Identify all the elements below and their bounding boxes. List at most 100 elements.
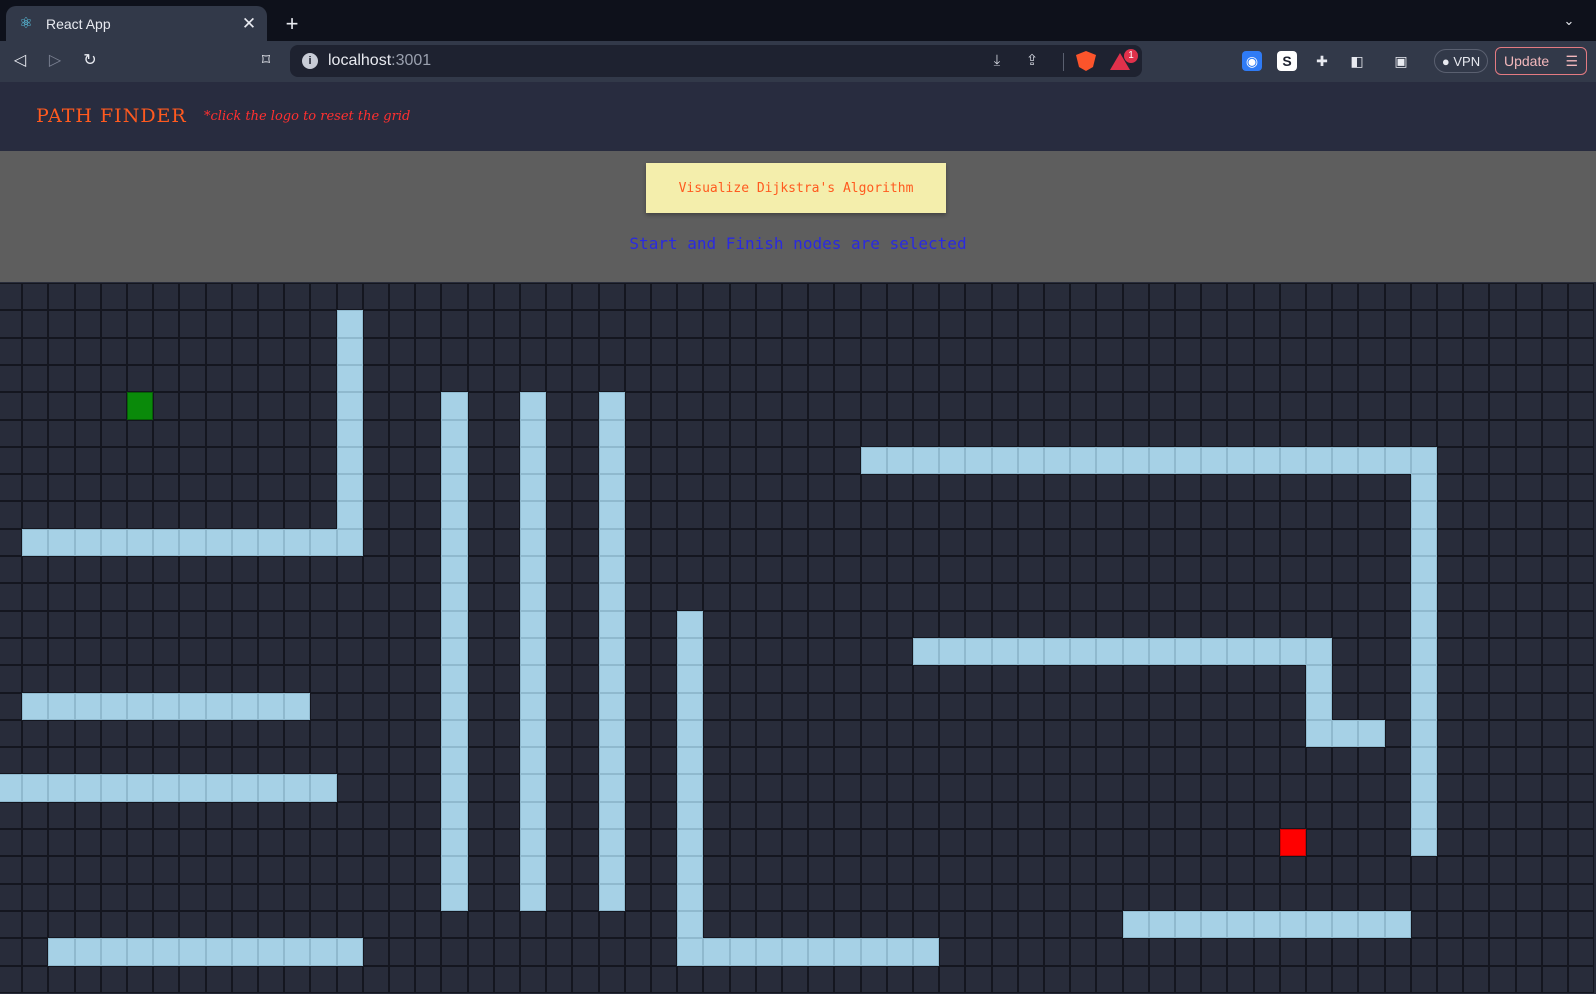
grid-cell[interactable] <box>1018 693 1044 720</box>
grid-cell[interactable] <box>861 338 887 365</box>
grid-cell[interactable] <box>1070 283 1096 310</box>
grid-cell[interactable] <box>572 338 599 365</box>
wall-cell[interactable] <box>337 310 363 338</box>
grid-cell[interactable] <box>48 611 75 638</box>
grid-cell[interactable] <box>258 501 284 529</box>
grid-cell[interactable] <box>1516 747 1542 774</box>
grid-cell[interactable] <box>494 611 520 638</box>
grid-cell[interactable] <box>1044 693 1070 720</box>
grid-cell[interactable] <box>284 474 310 501</box>
wall-cell[interactable] <box>1358 447 1385 474</box>
search-extension-icon[interactable]: ◉ <box>1242 51 1262 71</box>
grid-cell[interactable] <box>48 338 75 365</box>
grid-cell[interactable] <box>913 720 939 747</box>
grid-cell[interactable] <box>1568 338 1594 365</box>
grid-cell[interactable] <box>677 583 703 611</box>
grid-cell[interactable] <box>75 611 101 638</box>
grid-cell[interactable] <box>179 611 206 638</box>
grid-cell[interactable] <box>153 829 179 856</box>
grid-cell[interactable] <box>834 884 861 911</box>
wall-cell[interactable] <box>75 774 101 802</box>
grid-cell[interactable] <box>127 447 153 474</box>
grid-cell[interactable] <box>179 884 206 911</box>
grid-cell[interactable] <box>1489 966 1516 993</box>
browser-tab[interactable]: ⚛ React App ✕ <box>6 6 267 41</box>
grid-cell[interactable] <box>75 365 101 392</box>
wall-cell[interactable] <box>48 693 75 720</box>
wall-cell[interactable] <box>337 474 363 501</box>
grid-cell[interactable] <box>1489 474 1516 501</box>
wall-cell[interactable] <box>520 420 546 447</box>
bookmark-icon[interactable]: ⌑ <box>255 50 277 72</box>
grid-cell[interactable] <box>834 365 861 392</box>
grid-cell[interactable] <box>1254 802 1280 829</box>
grid-cell[interactable] <box>101 556 127 583</box>
grid-cell[interactable] <box>730 365 756 392</box>
grid-cell[interactable] <box>939 474 965 501</box>
grid-cell[interactable] <box>730 774 756 802</box>
wall-cell[interactable] <box>677 829 703 856</box>
grid-cell[interactable] <box>1385 338 1411 365</box>
grid-cell[interactable] <box>1044 829 1070 856</box>
grid-cell[interactable] <box>782 638 808 665</box>
grid-cell[interactable] <box>703 829 730 856</box>
grid-cell[interactable] <box>337 966 363 993</box>
grid-cell[interactable] <box>1149 283 1175 310</box>
wall-cell[interactable] <box>1201 638 1227 665</box>
grid-cell[interactable] <box>834 802 861 829</box>
grid-cell[interactable] <box>1044 420 1070 447</box>
grid-cell[interactable] <box>1358 884 1385 911</box>
grid-cell[interactable] <box>1437 884 1463 911</box>
wall-cell[interactable] <box>599 611 625 638</box>
grid-cell[interactable] <box>1044 310 1070 338</box>
grid-cell[interactable] <box>48 747 75 774</box>
grid-cell[interactable] <box>992 774 1018 802</box>
wall-cell[interactable] <box>179 693 206 720</box>
grid-cell[interactable] <box>310 583 337 611</box>
grid-cell[interactable] <box>939 856 965 884</box>
grid-cell[interactable] <box>782 720 808 747</box>
grid-cell[interactable] <box>284 966 310 993</box>
grid-cell[interactable] <box>1149 856 1175 884</box>
grid-cell[interactable] <box>992 474 1018 501</box>
grid-cell[interactable] <box>651 938 677 966</box>
wall-cell[interactable] <box>337 501 363 529</box>
grid-cell[interactable] <box>1385 420 1411 447</box>
grid-cell[interactable] <box>1385 638 1411 665</box>
grid-cell[interactable] <box>468 447 494 474</box>
grid-cell[interactable] <box>1358 774 1385 802</box>
grid-cell[interactable] <box>310 365 337 392</box>
grid-cell[interactable] <box>310 447 337 474</box>
grid-cell[interactable] <box>1385 365 1411 392</box>
grid-cell[interactable] <box>415 338 441 365</box>
grid-cell[interactable] <box>75 556 101 583</box>
grid-cell[interactable] <box>939 747 965 774</box>
grid-cell[interactable] <box>887 693 913 720</box>
grid-cell[interactable] <box>389 501 415 529</box>
grid-cell[interactable] <box>1227 938 1254 966</box>
grid-cell[interactable] <box>1358 310 1385 338</box>
grid-cell[interactable] <box>1123 747 1149 774</box>
grid-cell[interactable] <box>363 829 389 856</box>
grid-cell[interactable] <box>1096 884 1123 911</box>
grid-cell[interactable] <box>468 829 494 856</box>
grid-cell[interactable] <box>1044 583 1070 611</box>
grid-cell[interactable] <box>22 611 48 638</box>
grid-cell[interactable] <box>730 720 756 747</box>
grid-cell[interactable] <box>337 720 363 747</box>
grid-cell[interactable] <box>992 938 1018 966</box>
wall-cell[interactable] <box>599 392 625 420</box>
grid-cell[interactable] <box>1437 774 1463 802</box>
wall-cell[interactable] <box>520 856 546 884</box>
grid-cell[interactable] <box>703 911 730 938</box>
grid-cell[interactable] <box>1123 501 1149 529</box>
grid-cell[interactable] <box>127 911 153 938</box>
grid-cell[interactable] <box>913 911 939 938</box>
grid-cell[interactable] <box>756 720 782 747</box>
grid-cell[interactable] <box>1018 884 1044 911</box>
grid-cell[interactable] <box>206 966 232 993</box>
grid-cell[interactable] <box>363 501 389 529</box>
wall-cell[interactable] <box>441 501 468 529</box>
grid-cell[interactable] <box>1306 747 1332 774</box>
grid-cell[interactable] <box>677 556 703 583</box>
